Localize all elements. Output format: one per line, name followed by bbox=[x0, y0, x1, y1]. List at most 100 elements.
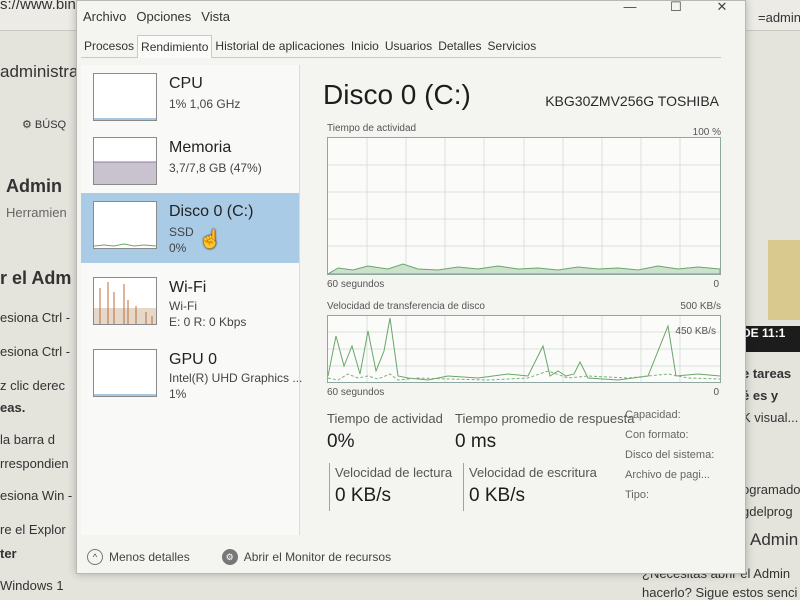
tab-bar: Procesos Rendimiento Historial de aplica… bbox=[81, 35, 721, 58]
footer-bar: ^ Menos detalles ⚙ Abrir el Monitor de r… bbox=[87, 549, 391, 565]
graph-max-label: 500 KB/s bbox=[680, 301, 721, 312]
graph-label: Velocidad de transferencia de disco bbox=[327, 301, 485, 312]
read-speed-label: Velocidad de lectura bbox=[335, 465, 453, 480]
sidebar-item-sub2: 0% bbox=[169, 241, 187, 255]
bg-bottom-line: hacerlo? Sigue estos senci bbox=[642, 585, 798, 600]
menu-opciones[interactable]: Opciones bbox=[136, 9, 191, 27]
sidebar-item-title: GPU 0 bbox=[169, 351, 218, 368]
bg-search-text: BÚSQ bbox=[34, 119, 67, 131]
bg-right-line: ogramado bbox=[742, 482, 800, 497]
bg-right-line: e tareas bbox=[742, 366, 792, 381]
tab-historial[interactable]: Historial de aplicaciones bbox=[212, 35, 347, 57]
sidebar-item-sub2: E: 0 R: 0 Kbps bbox=[169, 315, 247, 329]
sidebar-item-title: Wi-Fi bbox=[169, 279, 207, 296]
task-manager-window: — ☐ ✕ Archivo Opciones Vista Procesos Re… bbox=[76, 0, 746, 574]
bg-dark-badge-text: DE 11:1 bbox=[742, 326, 786, 340]
bg-subheading: Herramien bbox=[6, 205, 67, 220]
menu-bar: Archivo Opciones Vista bbox=[83, 9, 230, 27]
bg-line: re el Explor bbox=[0, 522, 66, 537]
tab-rendimiento[interactable]: Rendimiento bbox=[137, 35, 213, 58]
bg-line: la barra d bbox=[0, 432, 55, 447]
cpu-mini-graph-svg bbox=[94, 118, 156, 120]
sidebar-item-sub: 1% 1,06 GHz bbox=[169, 97, 241, 111]
sidebar-item-title: CPU bbox=[169, 75, 203, 92]
bg-line: Windows 1 bbox=[0, 578, 64, 593]
menu-archivo[interactable]: Archivo bbox=[83, 9, 126, 27]
memory-mini-graph-svg bbox=[94, 161, 156, 184]
stat-divider bbox=[329, 463, 330, 511]
sidebar-item-sub: 3,7/7,8 GB (47%) bbox=[169, 161, 262, 175]
graph-x-left: 60 segundos bbox=[327, 387, 385, 398]
disk-mini-graph-svg bbox=[94, 243, 156, 247]
graph-x-left: 60 segundos bbox=[327, 279, 385, 290]
url-text-right: =admin bbox=[758, 10, 800, 25]
transfer-rate-graph-svg bbox=[327, 316, 721, 382]
sidebar-item-sub: Wi-Fi bbox=[169, 299, 197, 313]
resource-monitor-link[interactable]: Abrir el Monitor de recursos bbox=[244, 550, 391, 564]
bg-right-line: gdelprog bbox=[742, 504, 793, 519]
transfer-rate-graph: 450 KB/s bbox=[327, 315, 721, 383]
resource-monitor-icon[interactable]: ⚙ bbox=[221, 549, 238, 565]
less-details-link[interactable]: Menos detalles bbox=[109, 550, 190, 564]
bg-line: esiona Win - bbox=[0, 488, 73, 503]
cpu-mini-graph bbox=[93, 73, 157, 121]
close-button[interactable]: ✕ bbox=[699, 0, 745, 15]
url-text: s://www.bin bbox=[0, 0, 76, 13]
active-time-graph bbox=[326, 137, 721, 275]
bg-right-line: é es y bbox=[742, 388, 779, 403]
bg-heading: Admin bbox=[6, 176, 62, 196]
menu-vista[interactable]: Vista bbox=[201, 9, 230, 27]
minimize-button[interactable]: — bbox=[607, 0, 653, 15]
bg-line: eas. bbox=[0, 400, 26, 415]
gpu-mini-graph bbox=[93, 349, 157, 397]
graph-x-right: 0 bbox=[713, 279, 719, 290]
bg-line: esiona Ctrl - bbox=[0, 310, 71, 325]
property-label: Con formato: bbox=[625, 429, 689, 441]
sidebar-item-gpu[interactable]: GPU 0 Intel(R) UHD Graphics ... 1% bbox=[81, 341, 303, 411]
window-controls: — ☐ ✕ bbox=[607, 0, 745, 15]
tab-detalles[interactable]: Detalles bbox=[435, 35, 484, 57]
property-label: Disco del sistema: bbox=[625, 449, 715, 461]
tab-servicios[interactable]: Servicios bbox=[485, 35, 540, 57]
sidebar-item-title: Memoria bbox=[169, 139, 232, 156]
bg-dark-badge: DE 11:1 bbox=[742, 326, 800, 352]
bg-thumbnail bbox=[768, 240, 800, 320]
bg-section: r el Adm bbox=[0, 268, 72, 288]
chevron-up-icon[interactable]: ^ bbox=[87, 549, 103, 565]
sidebar-item-disco[interactable]: Disco 0 (C:) SSD 0% ☝ bbox=[81, 193, 299, 263]
tab-procesos[interactable]: Procesos bbox=[81, 35, 137, 57]
sidebar-item-wifi[interactable]: Wi-Fi Wi-Fi E: 0 R: 0 Kbps bbox=[81, 269, 299, 339]
write-speed-label: Velocidad de escritura bbox=[469, 465, 597, 480]
response-time-value: 0 ms bbox=[455, 431, 497, 452]
bg-line: ter bbox=[0, 546, 17, 561]
graph-x-right: 0 bbox=[713, 387, 719, 398]
page-title: Disco 0 (C:) bbox=[323, 79, 471, 110]
tab-inicio[interactable]: Inicio bbox=[348, 35, 382, 57]
graph-inner-label: 450 KB/s bbox=[675, 326, 716, 337]
response-time-label: Tiempo promedio de respuesta bbox=[455, 411, 635, 426]
active-time-graph-svg bbox=[326, 138, 721, 275]
tab-usuarios[interactable]: Usuarios bbox=[382, 35, 435, 57]
wifi-mini-graph-svg bbox=[94, 282, 156, 324]
bg-right-line: K visual... bbox=[742, 410, 799, 425]
sidebar-item-sub2: 1% bbox=[169, 387, 187, 401]
bg-admin-text: administra bbox=[0, 62, 79, 81]
memory-mini-graph bbox=[93, 137, 157, 185]
sidebar-item-cpu[interactable]: CPU 1% 1,06 GHz bbox=[81, 65, 299, 135]
bg-search-label[interactable]: ⚙ BÚSQ bbox=[22, 118, 66, 131]
sidebar-item-title: Disco 0 (C:) bbox=[169, 203, 254, 220]
sidebar-item-sub: Intel(R) UHD Graphics ... bbox=[169, 371, 303, 385]
disk-model: KBG30ZMV256G TOSHIBA bbox=[545, 93, 719, 109]
write-speed-value: 0 KB/s bbox=[469, 485, 525, 506]
bg-line: esiona Ctrl - bbox=[0, 344, 71, 359]
maximize-button[interactable]: ☐ bbox=[653, 0, 699, 15]
active-time-value: 0% bbox=[327, 431, 355, 452]
wifi-mini-graph bbox=[93, 277, 157, 325]
bg-line: rrespondien bbox=[0, 456, 69, 471]
disk-mini-graph bbox=[93, 201, 157, 249]
disk-detail-panel: Disco 0 (C:) KBG30ZMV256G TOSHIBA Tiempo… bbox=[313, 65, 733, 535]
sidebar-item-memoria[interactable]: Memoria 3,7/7,8 GB (47%) bbox=[81, 129, 299, 199]
gpu-mini-graph-svg bbox=[94, 394, 156, 396]
read-speed-value: 0 KB/s bbox=[335, 485, 391, 506]
property-label: Capacidad: bbox=[625, 409, 681, 421]
